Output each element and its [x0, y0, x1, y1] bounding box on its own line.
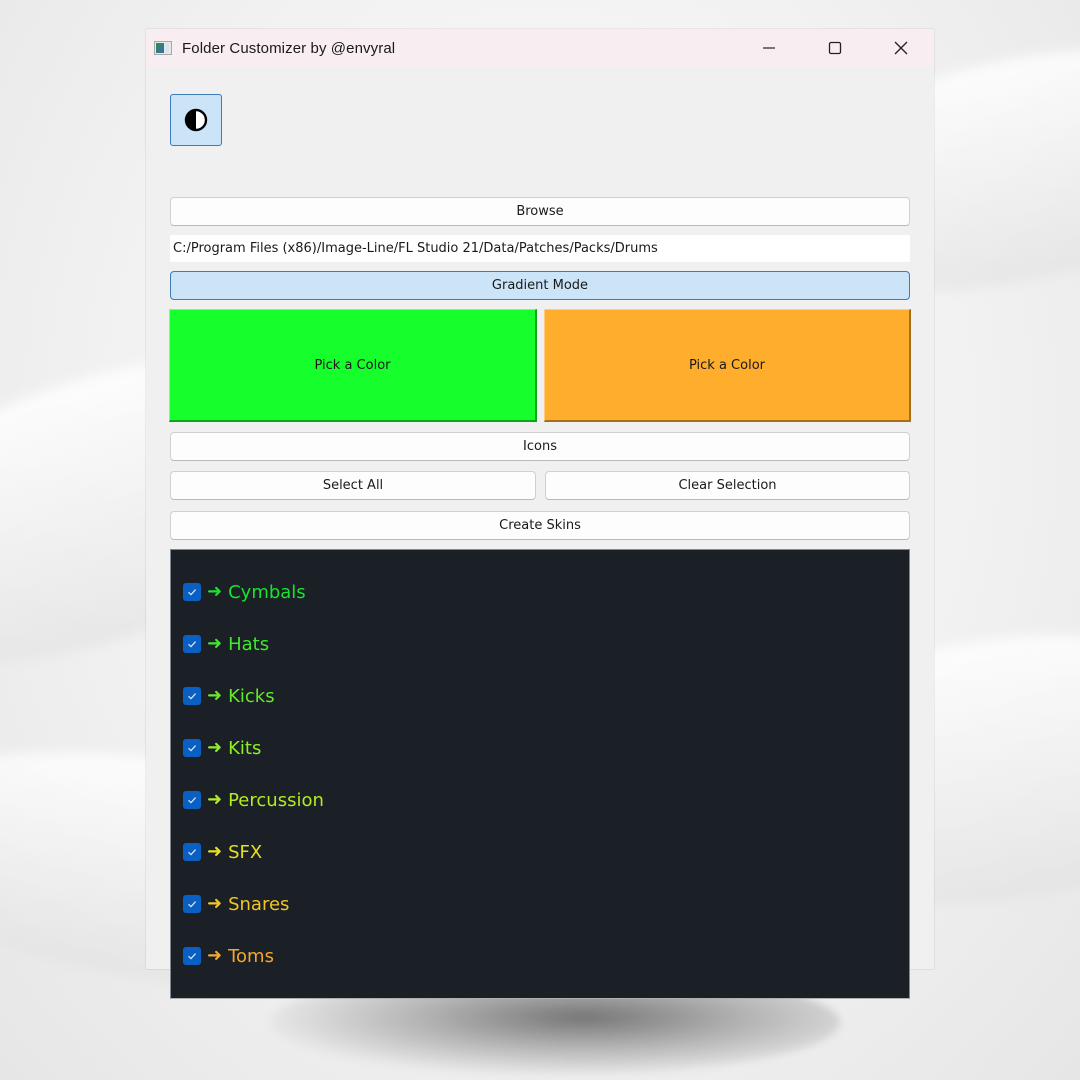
pick-color-end-button[interactable]: Pick a Color [544, 309, 911, 422]
checkmark-icon [188, 953, 197, 960]
checkbox-checked[interactable] [183, 687, 201, 705]
create-skins-button[interactable]: Create Skins [170, 511, 910, 540]
folder-list-item[interactable]: ➜ Hats [183, 632, 269, 656]
checkmark-icon [188, 797, 197, 804]
checkbox-checked[interactable] [183, 843, 201, 861]
folder-name: Hats [228, 633, 270, 655]
checkbox-checked[interactable] [183, 947, 201, 965]
title-bar[interactable]: Folder Customizer by @envyral [146, 29, 934, 67]
folder-list-item[interactable]: ➜ SFX [183, 840, 262, 864]
close-icon [894, 41, 908, 55]
app-icon [154, 41, 172, 55]
arrow-right-icon: ➜ [207, 737, 223, 758]
create-skins-label: Create Skins [499, 518, 581, 533]
folder-name: Percussion [228, 789, 324, 811]
pick-color-end-label: Pick a Color [688, 357, 765, 373]
pick-color-start-label: Pick a Color [314, 357, 391, 373]
browse-button-label: Browse [516, 204, 564, 219]
folder-list[interactable]: ➜ Cymbals ➜ Hats ➜ Kicks ➜ Kits ➜ Percus… [170, 549, 910, 999]
checkbox-checked[interactable] [183, 635, 201, 653]
folder-name: Cymbals [228, 581, 306, 603]
gradient-mode-label: Gradient Mode [491, 278, 589, 293]
icons-button-label: Icons [523, 439, 557, 454]
checkbox-checked[interactable] [183, 895, 201, 913]
select-all-label: Select All [322, 478, 384, 493]
pick-color-start-button[interactable]: Pick a Color [169, 309, 537, 422]
select-all-button[interactable]: Select All [170, 471, 536, 500]
gradient-mode-button[interactable]: Gradient Mode [170, 271, 910, 300]
clear-selection-label: Clear Selection [678, 478, 777, 493]
folder-path-value: C:/Program Files (x86)/Image-Line/FL Stu… [173, 241, 658, 256]
folder-name: Kits [228, 737, 262, 759]
folder-list-item[interactable]: ➜ Toms [183, 944, 274, 968]
contrast-half-circle-icon [184, 108, 208, 132]
checkbox-checked[interactable] [183, 583, 201, 601]
theme-toggle-button[interactable] [170, 94, 222, 146]
folder-name: Snares [228, 893, 290, 915]
maximize-button[interactable] [802, 29, 868, 67]
folder-list-item[interactable]: ➜ Cymbals [183, 580, 306, 604]
clear-selection-button[interactable]: Clear Selection [545, 471, 910, 500]
arrow-right-icon: ➜ [207, 581, 223, 602]
folder-list-item[interactable]: ➜ Kits [183, 736, 261, 760]
folder-list-item[interactable]: ➜ Percussion [183, 788, 324, 812]
browse-button[interactable]: Browse [170, 197, 910, 226]
arrow-right-icon: ➜ [207, 789, 223, 810]
folder-name: Kicks [228, 685, 275, 707]
folder-list-item[interactable]: ➜ Snares [183, 892, 289, 916]
app-window: Folder Customizer by @envyral Browse C:/… [146, 29, 934, 999]
window-title: Folder Customizer by @envyral [182, 39, 396, 57]
arrow-right-icon: ➜ [207, 841, 223, 862]
folder-path-field[interactable]: C:/Program Files (x86)/Image-Line/FL Stu… [170, 235, 910, 262]
close-button[interactable] [868, 29, 934, 67]
folder-name: Toms [228, 945, 274, 967]
maximize-icon [828, 41, 842, 55]
arrow-right-icon: ➜ [207, 633, 223, 654]
window-controls [736, 29, 934, 67]
checkmark-icon [188, 849, 197, 856]
minimize-button[interactable] [736, 29, 802, 67]
folder-list-item[interactable]: ➜ Kicks [183, 684, 275, 708]
icons-button[interactable]: Icons [170, 432, 910, 461]
checkmark-icon [188, 589, 197, 596]
checkbox-checked[interactable] [183, 739, 201, 757]
checkmark-icon [188, 641, 197, 648]
checkbox-checked[interactable] [183, 791, 201, 809]
minimize-icon [763, 47, 775, 49]
checkmark-icon [188, 901, 197, 908]
checkmark-icon [188, 745, 197, 752]
arrow-right-icon: ➜ [207, 893, 223, 914]
arrow-right-icon: ➜ [207, 945, 223, 966]
checkmark-icon [188, 693, 197, 700]
arrow-right-icon: ➜ [207, 685, 223, 706]
folder-name: SFX [228, 841, 263, 863]
